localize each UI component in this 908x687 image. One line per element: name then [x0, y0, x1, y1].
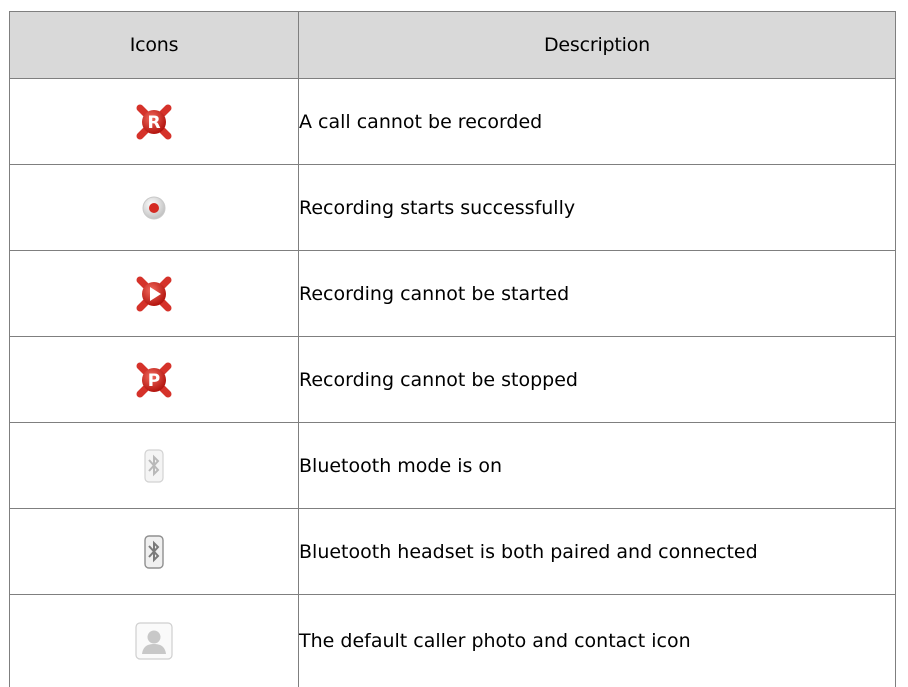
bluetooth-on-icon: [134, 446, 174, 486]
header-icons: Icons: [10, 12, 299, 79]
row-description: A call cannot be recorded: [299, 79, 896, 165]
icons-table: Icons Description R: [9, 11, 896, 687]
table-row: R A call cannot be recorded: [10, 79, 896, 165]
row-description: Recording cannot be started: [299, 251, 896, 337]
table-row: The default caller photo and contact ico…: [10, 595, 896, 687]
bluetooth-connected-icon: [134, 532, 174, 572]
record-blocked-r-icon: R: [134, 102, 174, 142]
header-description: Description: [299, 12, 896, 79]
row-description: Recording starts successfully: [299, 165, 896, 251]
table-row: P Recording cannot be stopped: [10, 337, 896, 423]
record-start-blocked-play-icon: [134, 274, 174, 314]
svg-text:P: P: [148, 371, 160, 391]
table-row: Recording cannot be started: [10, 251, 896, 337]
table-header-row: Icons Description: [10, 12, 896, 79]
default-contact-photo-icon: [134, 621, 174, 661]
row-description: The default caller photo and contact ico…: [299, 595, 896, 687]
row-description: Bluetooth mode is on: [299, 423, 896, 509]
table-row: Bluetooth headset is both paired and con…: [10, 509, 896, 595]
row-description: Bluetooth headset is both paired and con…: [299, 509, 896, 595]
table-row: Recording starts successfully: [10, 165, 896, 251]
table-row: Bluetooth mode is on: [10, 423, 896, 509]
recording-dot-icon: [134, 188, 174, 228]
row-description: Recording cannot be stopped: [299, 337, 896, 423]
svg-text:R: R: [147, 113, 160, 133]
record-stop-blocked-p-icon: P: [134, 360, 174, 400]
